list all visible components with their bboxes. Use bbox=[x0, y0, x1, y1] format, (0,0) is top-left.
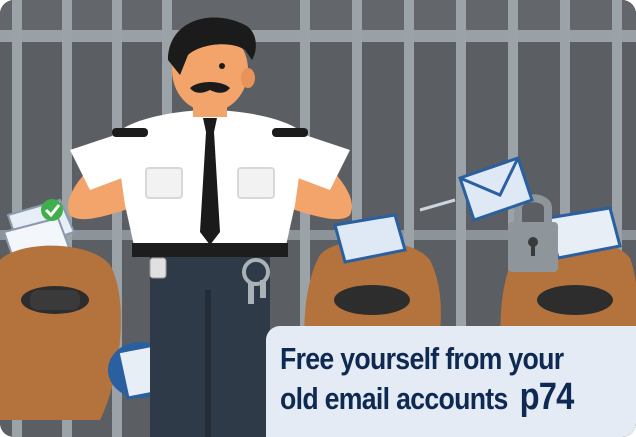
checkmark-icon bbox=[41, 199, 63, 221]
caption-line-1: Free yourself from your bbox=[280, 341, 564, 376]
illustration-card: Free yourself from your old email accoun… bbox=[0, 0, 636, 437]
caption-box: Free yourself from your old email accoun… bbox=[266, 326, 636, 437]
page-reference: p74 bbox=[519, 376, 575, 418]
caption-line-2: old email accounts p74 bbox=[280, 378, 586, 418]
money-sack-left bbox=[0, 245, 121, 420]
caption-line-2-text: old email accounts bbox=[280, 381, 508, 416]
